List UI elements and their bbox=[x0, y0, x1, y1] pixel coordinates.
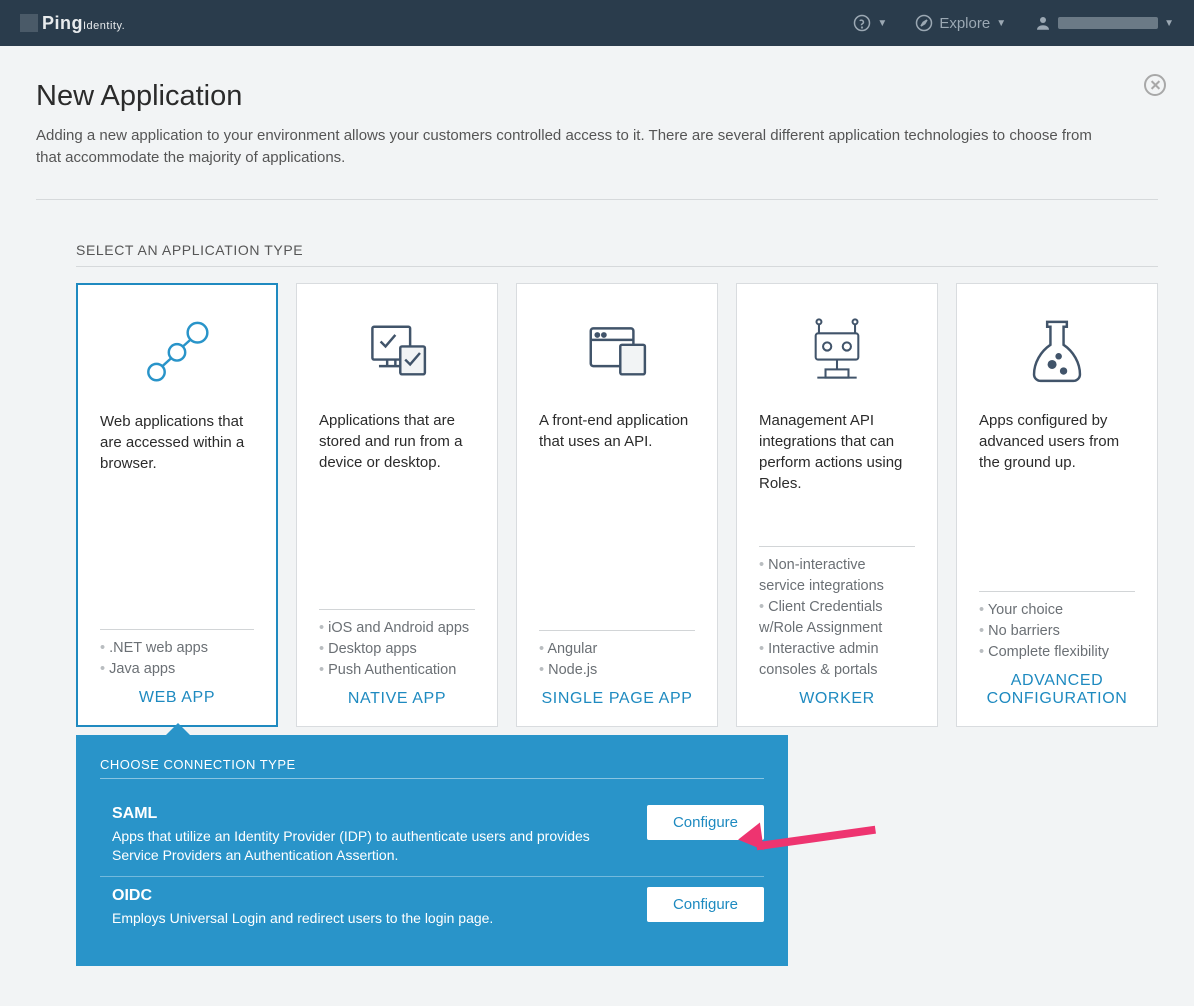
help-menu[interactable]: ▼ bbox=[853, 14, 887, 32]
chevron-down-icon: ▼ bbox=[996, 18, 1006, 29]
brand-sub: Identity. bbox=[83, 20, 125, 32]
connection-desc: Employs Universal Login and redirect use… bbox=[112, 909, 493, 929]
chevron-down-icon: ▼ bbox=[1164, 18, 1174, 29]
card-icon bbox=[759, 308, 915, 398]
logo-icon bbox=[20, 14, 38, 32]
configure-button-saml[interactable]: Configure bbox=[647, 805, 764, 840]
card-desc: Management API integrations that can per… bbox=[759, 410, 915, 516]
explore-label: Explore bbox=[939, 15, 990, 32]
select-type-label: SELECT AN APPLICATION TYPE bbox=[76, 242, 1158, 258]
explore-menu[interactable]: Explore ▼ bbox=[915, 14, 1006, 32]
help-icon bbox=[853, 14, 871, 32]
card-title: ADVANCED CONFIGURATION bbox=[979, 672, 1135, 708]
connection-desc: Apps that utilize an Identity Provider (… bbox=[112, 827, 590, 866]
card-title: NATIVE APP bbox=[319, 690, 475, 708]
app-type-card-native-app[interactable]: Applications that are stored and run fro… bbox=[296, 283, 498, 727]
top-header: PingIdentity. ▼ Explore ▼ ▼ bbox=[0, 0, 1194, 46]
brand-main: Ping bbox=[42, 13, 83, 33]
modal-intro: Adding a new application to your environ… bbox=[36, 125, 1116, 169]
card-examples: Non-interactive service integrationsClie… bbox=[759, 555, 915, 681]
connection-name: OIDC bbox=[112, 887, 493, 905]
app-type-card-single-page-app[interactable]: A front-end application that uses an API… bbox=[516, 283, 718, 727]
username-redacted bbox=[1058, 17, 1158, 29]
chevron-down-icon: ▼ bbox=[877, 18, 887, 29]
card-title: WORKER bbox=[759, 690, 915, 708]
app-type-cards: Web applications that are accessed withi… bbox=[76, 283, 1158, 727]
card-desc: Applications that are stored and run fro… bbox=[319, 410, 475, 516]
card-icon bbox=[539, 308, 695, 398]
new-application-modal: New Application Adding a new application… bbox=[0, 46, 1194, 1006]
compass-icon bbox=[915, 14, 933, 32]
connection-type-panel: CHOOSE CONNECTION TYPE SAML Apps that uti… bbox=[76, 735, 788, 967]
app-type-card-advanced-configuration[interactable]: Apps configured by advanced users from t… bbox=[956, 283, 1158, 727]
connection-row-oidc: OIDC Employs Universal Login and redirect… bbox=[100, 877, 764, 939]
connection-title: CHOOSE CONNECTION TYPE bbox=[100, 757, 764, 772]
card-examples: iOS and Android appsDesktop appsPush Aut… bbox=[319, 618, 475, 681]
card-title: WEB APP bbox=[100, 689, 254, 707]
card-icon bbox=[319, 308, 475, 398]
app-type-card-worker[interactable]: Management API integrations that can per… bbox=[736, 283, 938, 727]
card-desc: Web applications that are accessed withi… bbox=[100, 411, 254, 517]
connection-name: SAML bbox=[112, 805, 590, 823]
modal-title: New Application bbox=[36, 80, 1158, 113]
card-title: SINGLE PAGE APP bbox=[539, 690, 695, 708]
card-examples: Your choiceNo barriersComplete flexibili… bbox=[979, 600, 1135, 663]
brand-logo[interactable]: PingIdentity. bbox=[0, 0, 185, 46]
card-examples: .NET web appsJava apps bbox=[100, 638, 254, 680]
configure-button-oidc[interactable]: Configure bbox=[647, 887, 764, 922]
card-icon bbox=[979, 308, 1135, 398]
card-icon bbox=[100, 309, 254, 399]
app-type-card-web-app[interactable]: Web applications that are accessed withi… bbox=[76, 283, 278, 727]
card-examples: AngularNode.js bbox=[539, 639, 695, 681]
card-desc: A front-end application that uses an API… bbox=[539, 410, 695, 516]
close-button[interactable] bbox=[1144, 74, 1166, 96]
connection-row-saml: SAML Apps that utilize an Identity Provid… bbox=[100, 795, 764, 877]
card-desc: Apps configured by advanced users from t… bbox=[979, 410, 1135, 516]
user-icon bbox=[1034, 14, 1052, 32]
user-menu[interactable]: ▼ bbox=[1034, 14, 1174, 32]
